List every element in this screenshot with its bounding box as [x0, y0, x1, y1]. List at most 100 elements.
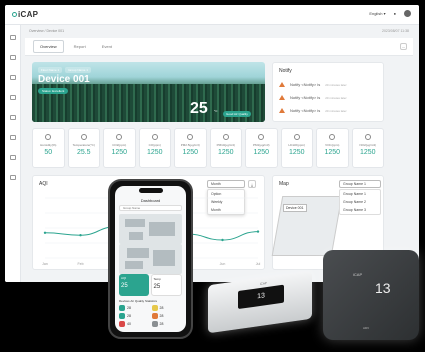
notify-time: 20 minutes later — [325, 82, 347, 87]
list-item[interactable]: 28 — [119, 313, 150, 319]
x-tick-label: Jan — [42, 262, 48, 266]
notify-time: 20 minutes later — [325, 108, 347, 113]
logo-icon — [12, 12, 17, 18]
phone-search[interactable]: Group Name — [119, 205, 182, 211]
language-selector[interactable]: English ▾ — [369, 11, 385, 16]
nav-devices-icon[interactable] — [10, 55, 16, 60]
notify-row[interactable]: Notify <Notify> is 20 minutes later — [279, 108, 347, 113]
data-point[interactable] — [256, 230, 260, 233]
nav-map-icon[interactable] — [10, 75, 16, 80]
user-avatar[interactable] — [404, 10, 411, 17]
brand-logo[interactable]: iCAP — [11, 10, 38, 19]
metric-humidity[interactable]: Humidity(%) 50 — [32, 128, 65, 168]
timestamp: 2023/08/07 11:38 — [382, 29, 409, 33]
metric-label: CO2(ppm) — [112, 143, 127, 147]
nav-users-icon[interactable] — [10, 95, 16, 100]
device-display: 13 — [375, 280, 391, 296]
list-item[interactable]: 28 — [151, 321, 183, 327]
metric-co2[interactable]: CO2(ppm) 1250 — [103, 128, 136, 168]
particle-icon — [187, 134, 194, 140]
status-dot — [119, 313, 125, 319]
list-item[interactable]: 28 — [119, 305, 150, 311]
menu-option[interactable]: Group Name 3 — [340, 206, 380, 214]
particle-icon — [258, 134, 265, 140]
aqi-tile[interactable]: AQI 25 — [119, 274, 149, 296]
chemical-icon — [329, 134, 336, 140]
notify-title: Notify — [279, 68, 292, 74]
reading-unit: °C — [214, 109, 218, 113]
nav-reports-icon[interactable] — [10, 115, 16, 120]
floor-chip[interactable]: Floor Name 1 — [38, 67, 63, 73]
item-value: 28 — [159, 306, 164, 310]
metric-label: PM1(µg/m3) — [252, 143, 270, 147]
tab-overview[interactable]: Overview — [33, 40, 64, 53]
list-item[interactable]: 28 — [151, 305, 183, 311]
group-chip[interactable]: Group Name 1 — [65, 67, 91, 73]
metric-hcho[interactable]: HCHO(ppm) 1250 — [280, 128, 313, 168]
map-title: Map — [279, 181, 289, 187]
tab-bar: Overview Report Event ... — [25, 38, 413, 56]
status-dot — [119, 305, 125, 311]
list-item[interactable]: 28 — [151, 313, 183, 319]
tile-value: 25 — [121, 283, 128, 289]
humidity-icon — [45, 134, 52, 140]
status-badge: Status: Excellent — [38, 88, 69, 94]
notify-row[interactable]: Notify <Notify> is 20 minutes later — [279, 95, 347, 100]
tile-label: Temp — [153, 277, 161, 281]
metric-pm10[interactable]: PM10(µg/m3) 1250 — [209, 128, 242, 168]
device-logo: iCAP — [260, 281, 267, 286]
data-point[interactable] — [79, 234, 82, 237]
group-menu: Group Name 1 Group Name 2 Group Name 3 — [339, 189, 381, 215]
warning-icon — [279, 108, 285, 113]
data-point[interactable] — [221, 238, 224, 242]
x-tick-label: Feb — [77, 262, 83, 266]
notification-icon[interactable]: ● — [394, 11, 396, 16]
floor-plan[interactable] — [119, 244, 182, 274]
menu-option[interactable]: Group Name 2 — [340, 198, 380, 206]
device-tag[interactable]: Device 001 — [283, 204, 307, 212]
list-item[interactable]: 40 — [119, 321, 150, 327]
menu-option[interactable]: Group Name 1 — [340, 190, 380, 198]
metric-no2[interactable]: NO2(µg/m3) 1250 — [351, 128, 384, 168]
metric-pm1[interactable]: PM1(µg/m3) 1250 — [245, 128, 278, 168]
tile-value: 25 — [153, 284, 161, 290]
side-nav — [5, 25, 21, 282]
tab-event[interactable]: Event — [96, 41, 118, 52]
notify-row[interactable]: Notify <Notify> is 20 minutes later — [279, 82, 347, 87]
more-button[interactable]: ... — [400, 43, 407, 50]
status-dot — [151, 313, 158, 319]
metric-label: CO(ppm) — [148, 143, 161, 147]
item-value: 40 — [127, 322, 131, 326]
x-tick-label: Jun — [220, 262, 226, 266]
item-value: 28 — [127, 306, 131, 310]
nav-events-icon[interactable] — [10, 135, 16, 140]
status-dot — [119, 321, 125, 327]
floor-plan[interactable] — [119, 214, 182, 244]
nav-dashboard-icon[interactable] — [10, 35, 16, 40]
metric-voc[interactable]: VOC(ppm) 1250 — [316, 128, 349, 168]
notify-text: Notify <Notify> is — [290, 108, 321, 113]
temp-tile[interactable]: Temp 25 — [150, 274, 182, 296]
metric-label: HCHO(ppm) — [288, 143, 306, 147]
device-hero-card: Floor Name 1 Group Name 1 Device 001 Sta… — [32, 62, 265, 122]
metric-pm25[interactable]: PM2.5(µg/m3) 1250 — [174, 128, 207, 168]
phone-device: Dashboard Group Name AQI 25 Temp 25 Device… — [108, 179, 193, 339]
language-label: English — [369, 11, 383, 16]
data-point[interactable] — [43, 231, 47, 234]
warning-icon — [279, 82, 285, 87]
notify-panel: Notify Notify <Notify> is 20 minutes late… — [272, 62, 384, 122]
metric-label: NO2(µg/m3) — [359, 143, 377, 147]
tab-report[interactable]: Report — [68, 41, 92, 52]
temperature-icon — [80, 134, 87, 140]
metric-cards: Humidity(%) 50 Temperature(°C) 25.5 CO2(pp… — [32, 128, 384, 168]
nav-settings-icon[interactable] — [10, 175, 16, 180]
group-select[interactable]: Group Name 1 — [339, 180, 381, 188]
device-logo: iCAP — [353, 272, 363, 277]
nav-alerts-icon[interactable] — [10, 155, 16, 160]
metric-value: 1250 — [217, 149, 234, 156]
metric-temperature[interactable]: Temperature(°C) 25.5 — [67, 128, 100, 168]
metric-label: PM10(µg/m3) — [216, 143, 235, 147]
device-title: Device 001 — [38, 74, 90, 85]
main-reading: 25 — [190, 100, 208, 117]
metric-co[interactable]: CO(ppm) 1250 — [138, 128, 171, 168]
